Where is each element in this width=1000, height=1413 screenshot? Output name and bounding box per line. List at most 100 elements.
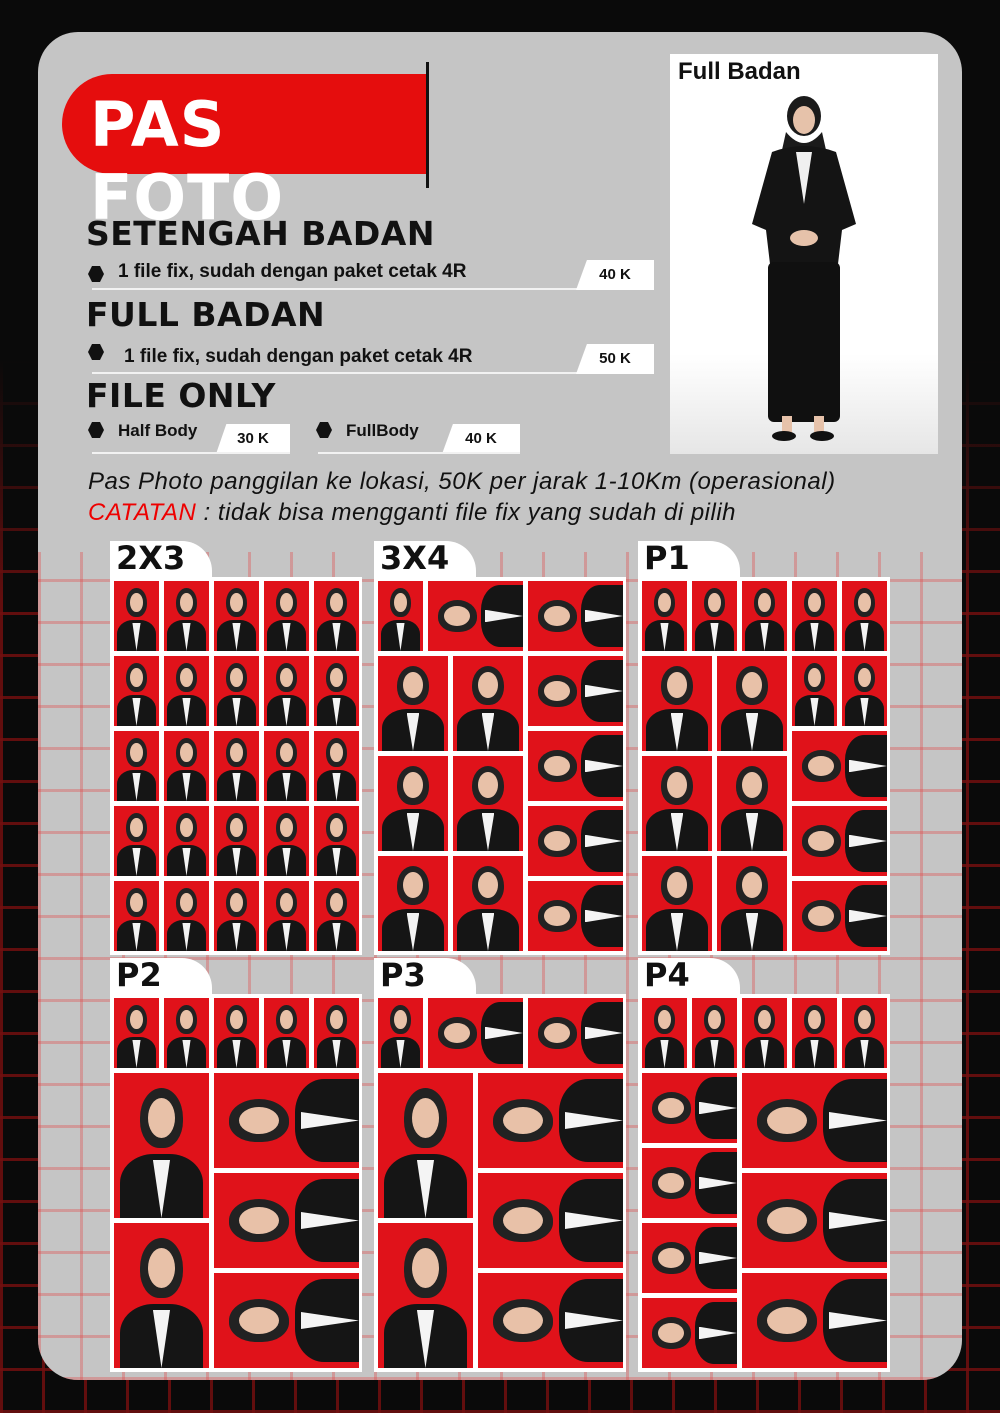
- portrait-thumbnail: [214, 881, 259, 951]
- portrait-thumbnail: [264, 881, 309, 951]
- portrait-thumbnail: [214, 656, 259, 726]
- bullet-icon: [88, 344, 104, 360]
- setengah-badan-price: 40 K: [576, 260, 654, 290]
- portrait-thumbnail: [164, 806, 209, 876]
- portrait-thumbnail: [378, 1073, 473, 1218]
- setengah-badan-desc: 1 file fix, sudah dengan paket cetak 4R: [118, 261, 467, 282]
- portrait-thumbnail: [453, 656, 523, 751]
- portrait-thumbnail: [792, 731, 887, 801]
- portrait-thumbnail: [453, 856, 523, 951]
- portrait-thumbnail: [314, 731, 359, 801]
- package-sheet: [374, 994, 626, 1372]
- portrait-thumbnail: [214, 1273, 359, 1368]
- title-banner: PAS FOTO: [62, 74, 427, 234]
- portrait-thumbnail: [164, 881, 209, 951]
- portrait-thumbnail: [642, 1298, 737, 1368]
- portrait-thumbnail: [428, 581, 523, 651]
- package-label: 3X4: [380, 539, 450, 577]
- package-sheet: [638, 577, 890, 955]
- portrait-thumbnail: [214, 581, 259, 651]
- divider-line: [318, 452, 520, 454]
- portrait-thumbnail: [717, 856, 787, 951]
- home-service-note: Pas Photo panggilan ke lokasi, 50K per j…: [88, 468, 836, 495]
- portrait-thumbnail: [378, 1223, 473, 1368]
- portrait-thumbnail: [428, 998, 523, 1068]
- portrait-thumbnail: [314, 581, 359, 651]
- package-label: P4: [644, 956, 690, 994]
- package-tab: P1: [638, 539, 740, 581]
- portrait-thumbnail: [214, 1173, 359, 1268]
- portrait-thumbnail: [842, 581, 887, 651]
- portrait-thumbnail: [692, 581, 737, 651]
- portrait-thumbnail: [314, 806, 359, 876]
- portrait-thumbnail: [842, 998, 887, 1068]
- package-label: 2X3: [116, 539, 186, 577]
- portrait-thumbnail: [114, 656, 159, 726]
- portrait-thumbnail: [264, 581, 309, 651]
- full-badan-desc: 1 file fix, sudah dengan paket cetak 4R: [124, 346, 473, 367]
- full-badan-sample-photo: Full Badan: [670, 54, 938, 454]
- portrait-thumbnail: [792, 581, 837, 651]
- setengah-badan-heading: SETENGAH BADAN: [86, 214, 435, 253]
- portrait-thumbnail: [528, 731, 623, 801]
- portrait-thumbnail: [642, 998, 687, 1068]
- portrait-thumbnail: [642, 656, 712, 751]
- full-badan-price: 50 K: [576, 344, 654, 374]
- portrait-thumbnail: [264, 806, 309, 876]
- portrait-thumbnail: [692, 998, 737, 1068]
- bullet-icon: [316, 422, 332, 438]
- portrait-thumbnail: [114, 581, 159, 651]
- fullbody-price: 40 K: [442, 424, 520, 454]
- portrait-thumbnail: [742, 998, 787, 1068]
- divider-line: [92, 452, 290, 454]
- portrait-thumbnail: [528, 656, 623, 726]
- portrait-thumbnail: [114, 1073, 209, 1218]
- package-sheet: [110, 577, 362, 955]
- portrait-thumbnail: [378, 856, 448, 951]
- package-sheet: [638, 994, 890, 1372]
- portrait-thumbnail: [742, 1073, 887, 1168]
- package-tab: P2: [110, 956, 212, 998]
- portrait-thumbnail: [114, 806, 159, 876]
- portrait-thumbnail: [742, 1273, 887, 1368]
- portrait-thumbnail: [214, 998, 259, 1068]
- portrait-thumbnail: [314, 656, 359, 726]
- portrait-thumbnail: [642, 1073, 737, 1143]
- divider-line: [92, 288, 652, 290]
- package-tab: 3X4: [374, 539, 476, 581]
- portrait-thumbnail: [717, 656, 787, 751]
- portrait-thumbnail: [478, 1073, 623, 1168]
- package-label: P1: [644, 539, 690, 577]
- portrait-thumbnail: [214, 1073, 359, 1168]
- portrait-thumbnail: [528, 581, 623, 651]
- package-tab: 2X3: [110, 539, 212, 581]
- title-divider: [426, 62, 429, 188]
- portrait-thumbnail: [164, 998, 209, 1068]
- package-tab: P3: [374, 956, 476, 998]
- portrait-thumbnail: [528, 806, 623, 876]
- portrait-thumbnail: [478, 1273, 623, 1368]
- portrait-thumbnail: [378, 581, 423, 651]
- portrait-thumbnail: [378, 756, 448, 851]
- portrait-thumbnail: [378, 998, 423, 1068]
- portrait-thumbnail: [642, 581, 687, 651]
- portrait-thumbnail: [642, 1148, 737, 1218]
- portrait-thumbnail: [742, 581, 787, 651]
- fullbody-label: FullBody: [346, 421, 419, 440]
- page-title: PAS FOTO: [90, 88, 285, 234]
- portrait-thumbnail: [742, 1173, 887, 1268]
- portrait-thumbnail: [164, 731, 209, 801]
- portrait-thumbnail: [717, 756, 787, 851]
- catatan-note: CATATAN : tidak bisa mengganti file fix …: [88, 499, 736, 527]
- bullet-icon: [88, 266, 104, 282]
- portrait-thumbnail: [792, 656, 837, 726]
- portrait-thumbnail: [114, 731, 159, 801]
- portrait-thumbnail: [792, 998, 837, 1068]
- bullet-icon: [88, 422, 104, 438]
- portrait-thumbnail: [164, 656, 209, 726]
- package-label: P3: [380, 956, 426, 994]
- portrait-thumbnail: [114, 881, 159, 951]
- half-body-price: 30 K: [216, 424, 290, 454]
- portrait-thumbnail: [792, 881, 887, 951]
- portrait-thumbnail: [528, 881, 623, 951]
